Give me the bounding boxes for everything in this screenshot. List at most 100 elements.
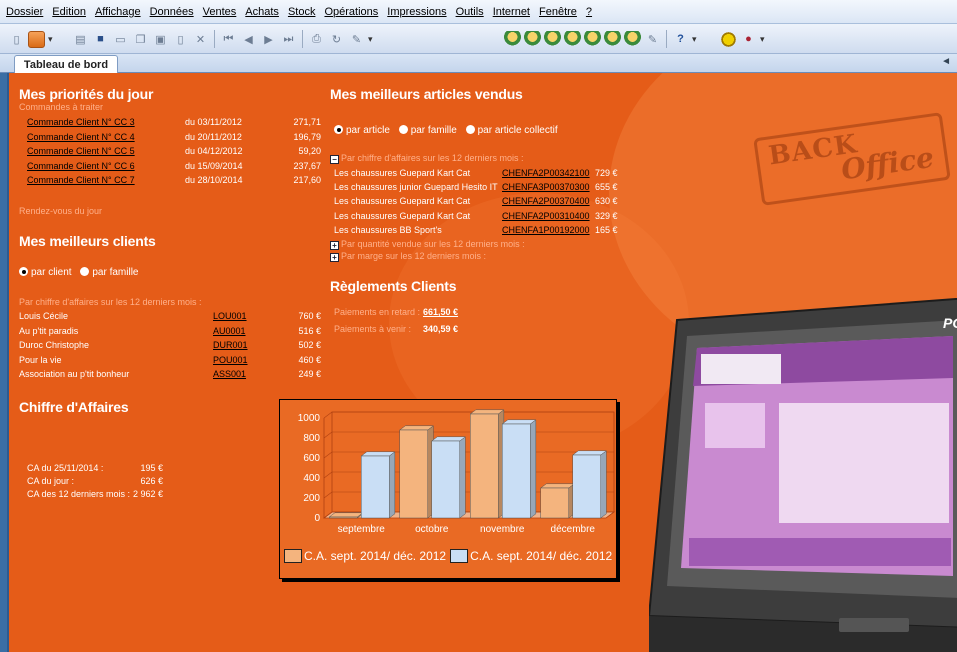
client-amount: 460 € bbox=[298, 354, 321, 365]
legend-label-series-2: C.A. sept. 2014/ déc. 2012 bbox=[470, 549, 613, 563]
order-amount: 237,67 bbox=[293, 160, 321, 171]
menu-item[interactable]: Internet bbox=[493, 6, 530, 18]
group-icon[interactable] bbox=[544, 30, 561, 48]
article-amount: 165 € bbox=[595, 224, 618, 235]
menu-item[interactable]: Edition bbox=[52, 6, 86, 18]
order-date: du 20/11/2012 bbox=[185, 131, 242, 142]
legend-label-series-1: C.A. sept. 2014/ déc. 2012 bbox=[304, 549, 447, 563]
refresh-icon[interactable]: ↻ bbox=[328, 31, 345, 48]
first-record-icon[interactable]: ⏮ bbox=[220, 31, 237, 48]
rendez-vous-link[interactable]: Rendez-vous du jour bbox=[19, 206, 102, 216]
menu-item[interactable]: Opérations bbox=[324, 6, 378, 18]
y-tick-label: 1000 bbox=[298, 413, 321, 424]
expand-icon[interactable]: + bbox=[330, 241, 339, 250]
edit-icon[interactable]: ✎ bbox=[348, 31, 365, 48]
client-code-link[interactable]: ASS001 bbox=[213, 369, 246, 379]
radio-par-famille-articles[interactable] bbox=[398, 125, 408, 134]
radio-par-client[interactable] bbox=[19, 267, 28, 276]
order-link[interactable]: Commande Client N° CC 4 bbox=[27, 132, 135, 142]
radio-par-article[interactable] bbox=[334, 125, 343, 134]
pos-terminal-graphic: POS bbox=[647, 297, 957, 652]
client-code-link[interactable]: POU001 bbox=[213, 355, 248, 365]
chevron-down-icon[interactable]: ▾ bbox=[692, 34, 700, 45]
articles-radio-group: par article par famille par article coll… bbox=[334, 125, 558, 136]
menu-item[interactable]: Impressions bbox=[387, 6, 446, 18]
menu-item[interactable]: Ventes bbox=[203, 6, 237, 18]
article-code-link[interactable]: CHENFA1P00192000 bbox=[502, 225, 590, 235]
menu-item[interactable]: Stock bbox=[288, 6, 316, 18]
menu-item[interactable]: Dossier bbox=[6, 6, 43, 18]
chevron-down-icon[interactable]: ▾ bbox=[48, 34, 56, 45]
articles-section-quantite[interactable]: + Par quantité vendue sur les 12 derniers… bbox=[330, 239, 525, 250]
menu-item[interactable]: Données bbox=[150, 6, 194, 18]
order-link[interactable]: Commande Client N° CC 6 bbox=[27, 161, 135, 171]
collapse-icon[interactable]: − bbox=[330, 155, 339, 164]
articles-section-ca[interactable]: − Par chiffre d'affaires sur les 12 derni… bbox=[330, 153, 523, 164]
tab-tableau-de-bord[interactable]: Tableau de bord bbox=[14, 55, 118, 73]
x-tick-label: octobre bbox=[415, 524, 449, 535]
prospect-icon[interactable] bbox=[604, 30, 621, 48]
employee-icon[interactable] bbox=[624, 30, 641, 48]
article-code-link[interactable]: CHENFA2P00310400 bbox=[502, 211, 590, 221]
order-link[interactable]: Commande Client N° CC 5 bbox=[27, 146, 135, 156]
copy-icon[interactable]: ❐ bbox=[132, 31, 149, 48]
client-name: Pour la vie bbox=[19, 354, 62, 365]
chart-bar bbox=[501, 419, 537, 519]
order-link[interactable]: Commande Client N° CC 7 bbox=[27, 175, 135, 185]
menu-item[interactable]: ? bbox=[586, 6, 592, 18]
order-link[interactable]: Commande Client N° CC 3 bbox=[27, 117, 135, 127]
article-amount: 630 € bbox=[595, 196, 618, 207]
chevron-down-icon[interactable]: ▾ bbox=[760, 34, 768, 45]
expand-icon[interactable]: + bbox=[330, 253, 339, 262]
paiements-retard-value[interactable]: 661,50 € bbox=[423, 307, 458, 317]
client-code-link[interactable]: AU0001 bbox=[213, 326, 246, 336]
tab-scroll-left-icon[interactable]: ◄ bbox=[941, 56, 951, 67]
x-tick-label: septembre bbox=[338, 524, 386, 535]
menu-item[interactable]: Outils bbox=[456, 6, 484, 18]
last-record-icon[interactable]: ⏭ bbox=[280, 31, 297, 48]
order-date: du 03/11/2012 bbox=[185, 117, 242, 127]
previous-record-icon[interactable]: ◀ bbox=[240, 31, 257, 48]
toolbar-group-users: ✎ ? ▾ bbox=[500, 28, 704, 50]
note-icon[interactable]: ✎ bbox=[644, 31, 661, 48]
menu-item[interactable]: Achats bbox=[245, 6, 279, 18]
chart-bar bbox=[328, 512, 364, 519]
contact-icon[interactable] bbox=[584, 30, 601, 48]
chart-bar-top bbox=[501, 419, 537, 425]
chart-gridline bbox=[323, 411, 333, 419]
client-code-link[interactable]: DUR001 bbox=[213, 340, 248, 350]
delete-icon[interactable]: ✕ bbox=[192, 31, 209, 48]
radio-par-article-collectif[interactable] bbox=[465, 125, 475, 134]
menu-item[interactable]: Fenêtre bbox=[539, 6, 577, 18]
radio-par-famille[interactable] bbox=[80, 267, 90, 276]
article-code-link[interactable]: CHENFA2P00342100 bbox=[502, 168, 590, 178]
article-code-link[interactable]: CHENFA3P00370300 bbox=[502, 182, 590, 192]
articles-section-marge[interactable]: + Par marge sur les 12 derniers mois : bbox=[330, 251, 486, 262]
article-code-link[interactable]: CHENFA2P00370400 bbox=[502, 196, 590, 206]
chart-gridline bbox=[323, 471, 333, 479]
order-date: du 15/09/2014 bbox=[185, 160, 243, 171]
printer-icon[interactable]: ⎙ bbox=[308, 31, 325, 48]
sun-icon[interactable] bbox=[720, 30, 737, 48]
chevron-down-icon[interactable]: ▾ bbox=[368, 34, 376, 45]
save-icon[interactable]: ■ bbox=[92, 31, 109, 48]
print-preview-icon[interactable]: ▭ bbox=[112, 31, 129, 48]
open-folder-icon[interactable] bbox=[28, 30, 45, 48]
chart-bar bbox=[571, 450, 608, 519]
articles-section-ca-label: Par chiffre d'affaires sur les 12 dernie… bbox=[341, 153, 524, 163]
next-record-icon[interactable]: ▶ bbox=[260, 31, 277, 48]
ca-value: 2 962 € bbox=[132, 489, 163, 499]
client-code-link[interactable]: LOU001 bbox=[213, 311, 247, 321]
new-document-icon[interactable]: ▯ bbox=[8, 31, 25, 48]
client-icon[interactable] bbox=[504, 30, 521, 48]
globe-icon[interactable]: ● bbox=[740, 31, 757, 48]
paste-icon[interactable]: ▣ bbox=[152, 31, 169, 48]
ca-bar-chart: 0 200 400 600 800 1000 septembre octobre novembr… bbox=[298, 409, 616, 535]
help-icon[interactable]: ? bbox=[672, 31, 689, 48]
list-icon[interactable]: ▤ bbox=[72, 31, 89, 48]
document-icon[interactable]: ▯ bbox=[172, 31, 189, 48]
sales-rep-icon[interactable] bbox=[564, 30, 581, 48]
supplier-icon[interactable] bbox=[524, 30, 541, 48]
separator bbox=[214, 30, 215, 48]
menu-item[interactable]: Affichage bbox=[95, 6, 141, 18]
